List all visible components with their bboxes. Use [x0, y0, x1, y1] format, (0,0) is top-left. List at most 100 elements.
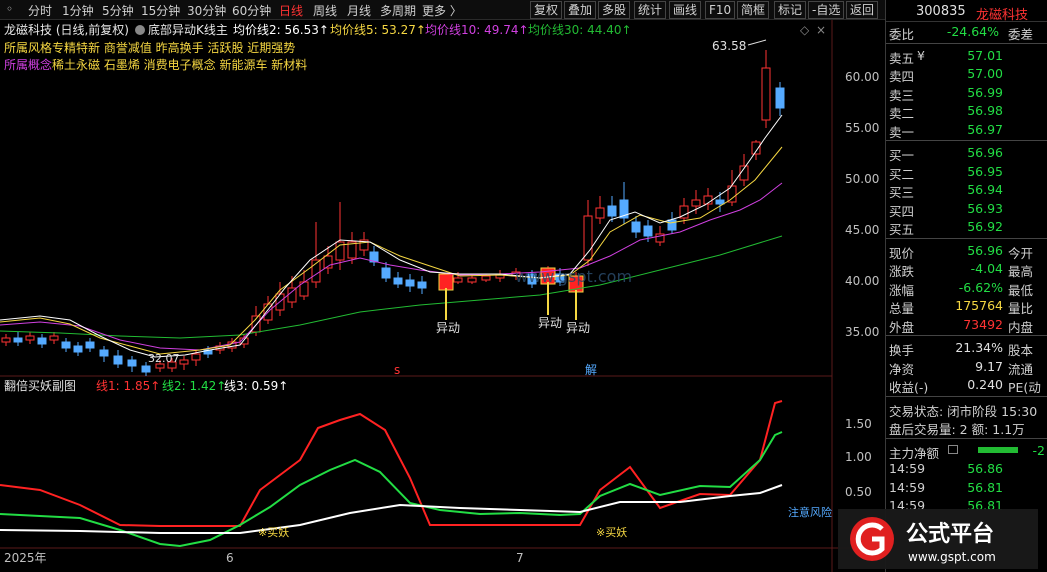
candle-body — [25, 335, 35, 341]
fuquan-button[interactable]: 复权 — [530, 1, 563, 19]
tab-5min[interactable]: 5分钟 — [102, 2, 134, 19]
stat2-row-value: 9.17 — [975, 358, 1003, 374]
mark-button[interactable]: 标记 — [774, 1, 807, 19]
candle-body — [751, 141, 761, 155]
stock-title: 龙磁科技 (日线,前复权) — [4, 22, 129, 37]
sub-line3 — [0, 484, 783, 534]
ask-list: 卖五 ¥57.01 卖四 57.00 卖三 56.99 卖二 56.98 卖一 56.97 — [886, 46, 1047, 140]
sub-chart: 翻倍买妖副图 线1: 1.85↑ 线2: 1.42↑ 线3: 0.59↑ 1.5… — [0, 378, 872, 548]
candle-body — [715, 199, 725, 205]
candle-body — [37, 337, 47, 345]
sub-title: 翻倍买妖副图 — [4, 378, 76, 393]
jie-marker: 解 — [585, 363, 597, 377]
bid-row: 买二 56.95 — [886, 162, 1047, 182]
tab-multi-period[interactable]: 多周期 — [380, 2, 416, 19]
tab-monthly[interactable]: 月线 — [347, 2, 371, 19]
tab-30min[interactable]: 30分钟 — [187, 2, 226, 19]
close-x-icon: × — [816, 23, 826, 37]
ma5-line — [0, 146, 783, 355]
high-pointer — [747, 39, 767, 46]
ma2-label: 均价线2: 56.53↑ — [233, 23, 329, 37]
low-label: 32.07 — [148, 352, 180, 365]
ask-row-label: 卖一 — [889, 124, 915, 140]
bid-row: 买四 56.93 — [886, 199, 1047, 219]
ask-row: 卖二 56.98 — [886, 101, 1047, 121]
info-circle-icon — [135, 25, 145, 35]
candle-body — [141, 365, 151, 373]
price-tick: 60.00 — [845, 70, 879, 84]
ask-row-value: 56.99 — [967, 84, 1003, 100]
watchlist-button[interactable]: -自选 — [808, 1, 845, 19]
ma30-label: 均价线30: 44.40↑ — [528, 23, 632, 37]
logo-svg: 公式平台 www.gspt.com — [850, 517, 996, 564]
stats2-list: 换手 21.34% 股本 净资 9.17 流通 收益(-) 0.240 PE(动 — [886, 338, 1047, 395]
indicator-name: 底部异动K线主 — [148, 22, 228, 37]
ask-row-value: 56.97 — [967, 121, 1003, 137]
stat2-row: 收益(-) 0.240 PE(动 — [886, 375, 1047, 395]
menu-icon[interactable] — [948, 444, 958, 454]
after-hours-row: 盘后交易量: 2 额: 1.1万 — [886, 417, 1047, 437]
concept-tags: 稀土永磁 石墨烯 消费电子概念 新能源车 新材料 — [52, 57, 307, 72]
kline-chart-svg[interactable]: 龙磁科技 (日线,前复权) 底部异动K线主 均价线2: 56.53↑ 均价线5:… — [0, 20, 885, 572]
stat-row: 外盘 73492 内盘 — [886, 315, 1047, 335]
ma2-line — [0, 114, 783, 358]
tab-60min[interactable]: 60分钟 — [232, 2, 271, 19]
sub-axis-tick: 0.50 — [845, 485, 872, 499]
tab-15min[interactable]: 15分钟 — [141, 2, 180, 19]
close-dot-icon[interactable]: ◦ — [6, 2, 13, 16]
candle-body — [1, 337, 11, 343]
kline-chart-area[interactable]: 龙磁科技 (日线,前复权) 底部异动K线主 均价线2: 56.53↑ 均价线5:… — [0, 20, 885, 572]
ratio-label: 委比 — [889, 27, 915, 42]
main-flow-row[interactable]: 主力净额 -2 — [886, 441, 1047, 461]
overlay-button[interactable]: 叠加 — [564, 1, 597, 19]
price-tick: 45.00 — [845, 223, 879, 237]
draw-button[interactable]: 画线 — [669, 1, 702, 19]
tick-row: 14:59 56.86 — [886, 459, 1047, 478]
yen-mark: ¥ — [917, 47, 925, 63]
candle-body — [127, 359, 137, 367]
date-tick: 7 — [516, 551, 524, 565]
candle-body — [113, 355, 123, 365]
tab-fenshi[interactable]: 分时 — [28, 2, 52, 19]
candle-body — [393, 277, 403, 285]
warn-label: 注意风险 — [788, 505, 832, 519]
f10-button[interactable]: F10 — [705, 1, 736, 19]
ma10-label: 均价线10: 49.74↑ — [425, 23, 529, 37]
signal-markers: 异动 异动 异动 s 解 — [394, 282, 597, 377]
candle-body — [191, 353, 201, 361]
stat2-row: 净资 9.17 流通 — [886, 357, 1047, 377]
stat2-row-tail: PE(动 — [1008, 380, 1041, 395]
stock-name: 龙磁科技 — [976, 8, 1029, 23]
quote-panel: 300835 龙磁科技 委比 -24.64% 委差 卖五 ¥57.01 卖四 57.0… — [885, 0, 1047, 572]
price-tick: 35.00 — [845, 325, 879, 339]
signal-label: 异动 — [538, 316, 562, 330]
stats-button[interactable]: 统计 — [634, 1, 667, 19]
ask-row-value: 57.01 — [967, 47, 1003, 63]
tab-1min[interactable]: 1分钟 — [62, 2, 94, 19]
logo-url: www.gspt.com — [908, 550, 996, 564]
simple-frame-button[interactable]: 简框 — [737, 1, 770, 19]
stat-row-value: 73492 — [963, 316, 1003, 332]
ratio-value: -24.64% — [946, 24, 999, 39]
bid-row-value: 56.94 — [967, 182, 1003, 197]
ask-row: 卖五 ¥57.01 — [886, 46, 1047, 66]
back-button[interactable]: 返回 — [846, 1, 879, 19]
candle-body — [287, 287, 297, 303]
candle-body — [73, 345, 83, 353]
gspt-logo: 公式平台 www.gspt.com — [838, 509, 1038, 569]
tab-more[interactable]: 更多 〉 — [422, 2, 462, 19]
tab-daily[interactable]: 日线 — [279, 2, 303, 19]
candle-body — [775, 87, 785, 109]
bid-row: 买五 56.92 — [886, 217, 1047, 237]
tick-row-value: 56.81 — [967, 479, 1003, 495]
stat-row-value: -4.04 — [970, 261, 1003, 276]
candle-body — [61, 341, 71, 349]
stat-row-value: -6.62% — [958, 279, 1003, 295]
signal-label: 异动 — [566, 321, 590, 335]
candle-body — [381, 267, 391, 279]
tick-row: 14:59 56.81 — [886, 478, 1047, 497]
tab-weekly[interactable]: 周线 — [313, 2, 337, 19]
candle-body — [467, 277, 477, 283]
multi-stock-button[interactable]: 多股 — [598, 1, 631, 19]
sub-line2-label: 线2: 1.42↑ — [162, 379, 226, 393]
